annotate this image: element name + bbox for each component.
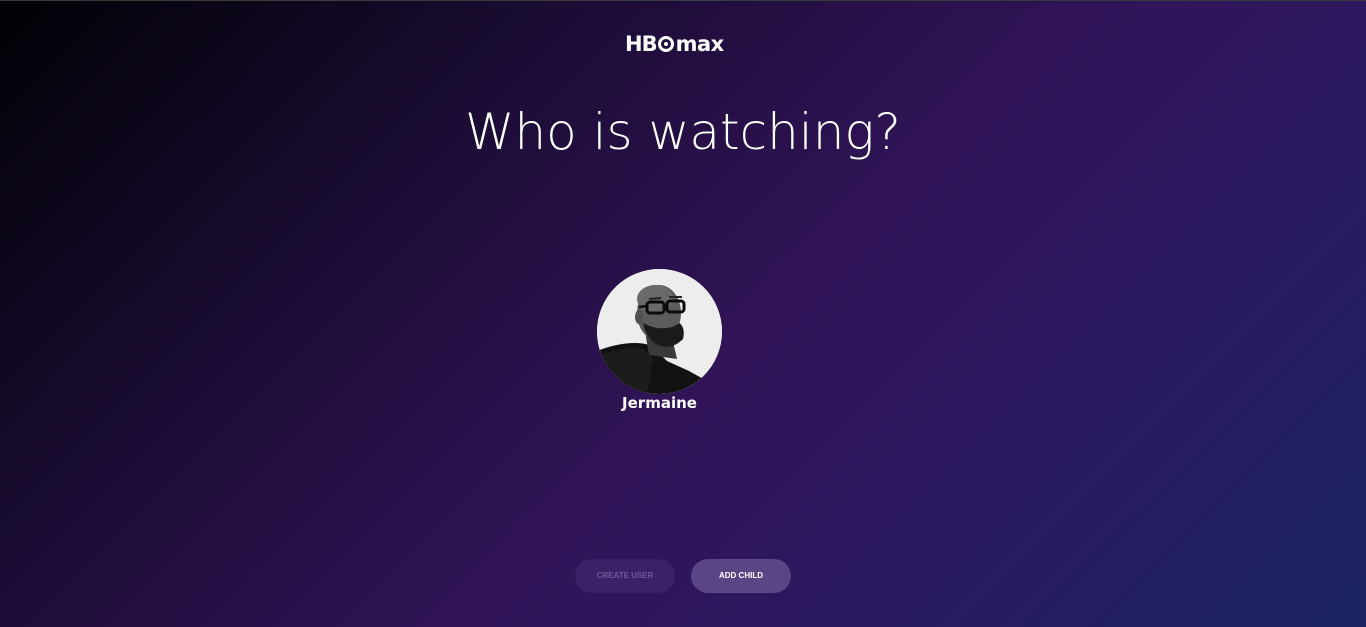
hbo-max-logo: HB max [625, 33, 739, 55]
page-title: Who is watching? [465, 102, 901, 161]
avatar-photo-icon [597, 269, 722, 394]
logo-ring-icon [657, 36, 674, 52]
top-divider [0, 0, 1366, 1]
logo-text-prefix: HB [625, 32, 658, 56]
profile-card[interactable]: Jermaine [597, 269, 722, 412]
add-child-button[interactable]: ADD CHILD [691, 559, 791, 593]
profile-avatar-icon[interactable] [597, 269, 722, 394]
profile-name[interactable]: Jermaine [577, 394, 742, 412]
create-user-button[interactable]: CREATE USER [575, 559, 675, 593]
logo-text-suffix: max [675, 32, 725, 56]
